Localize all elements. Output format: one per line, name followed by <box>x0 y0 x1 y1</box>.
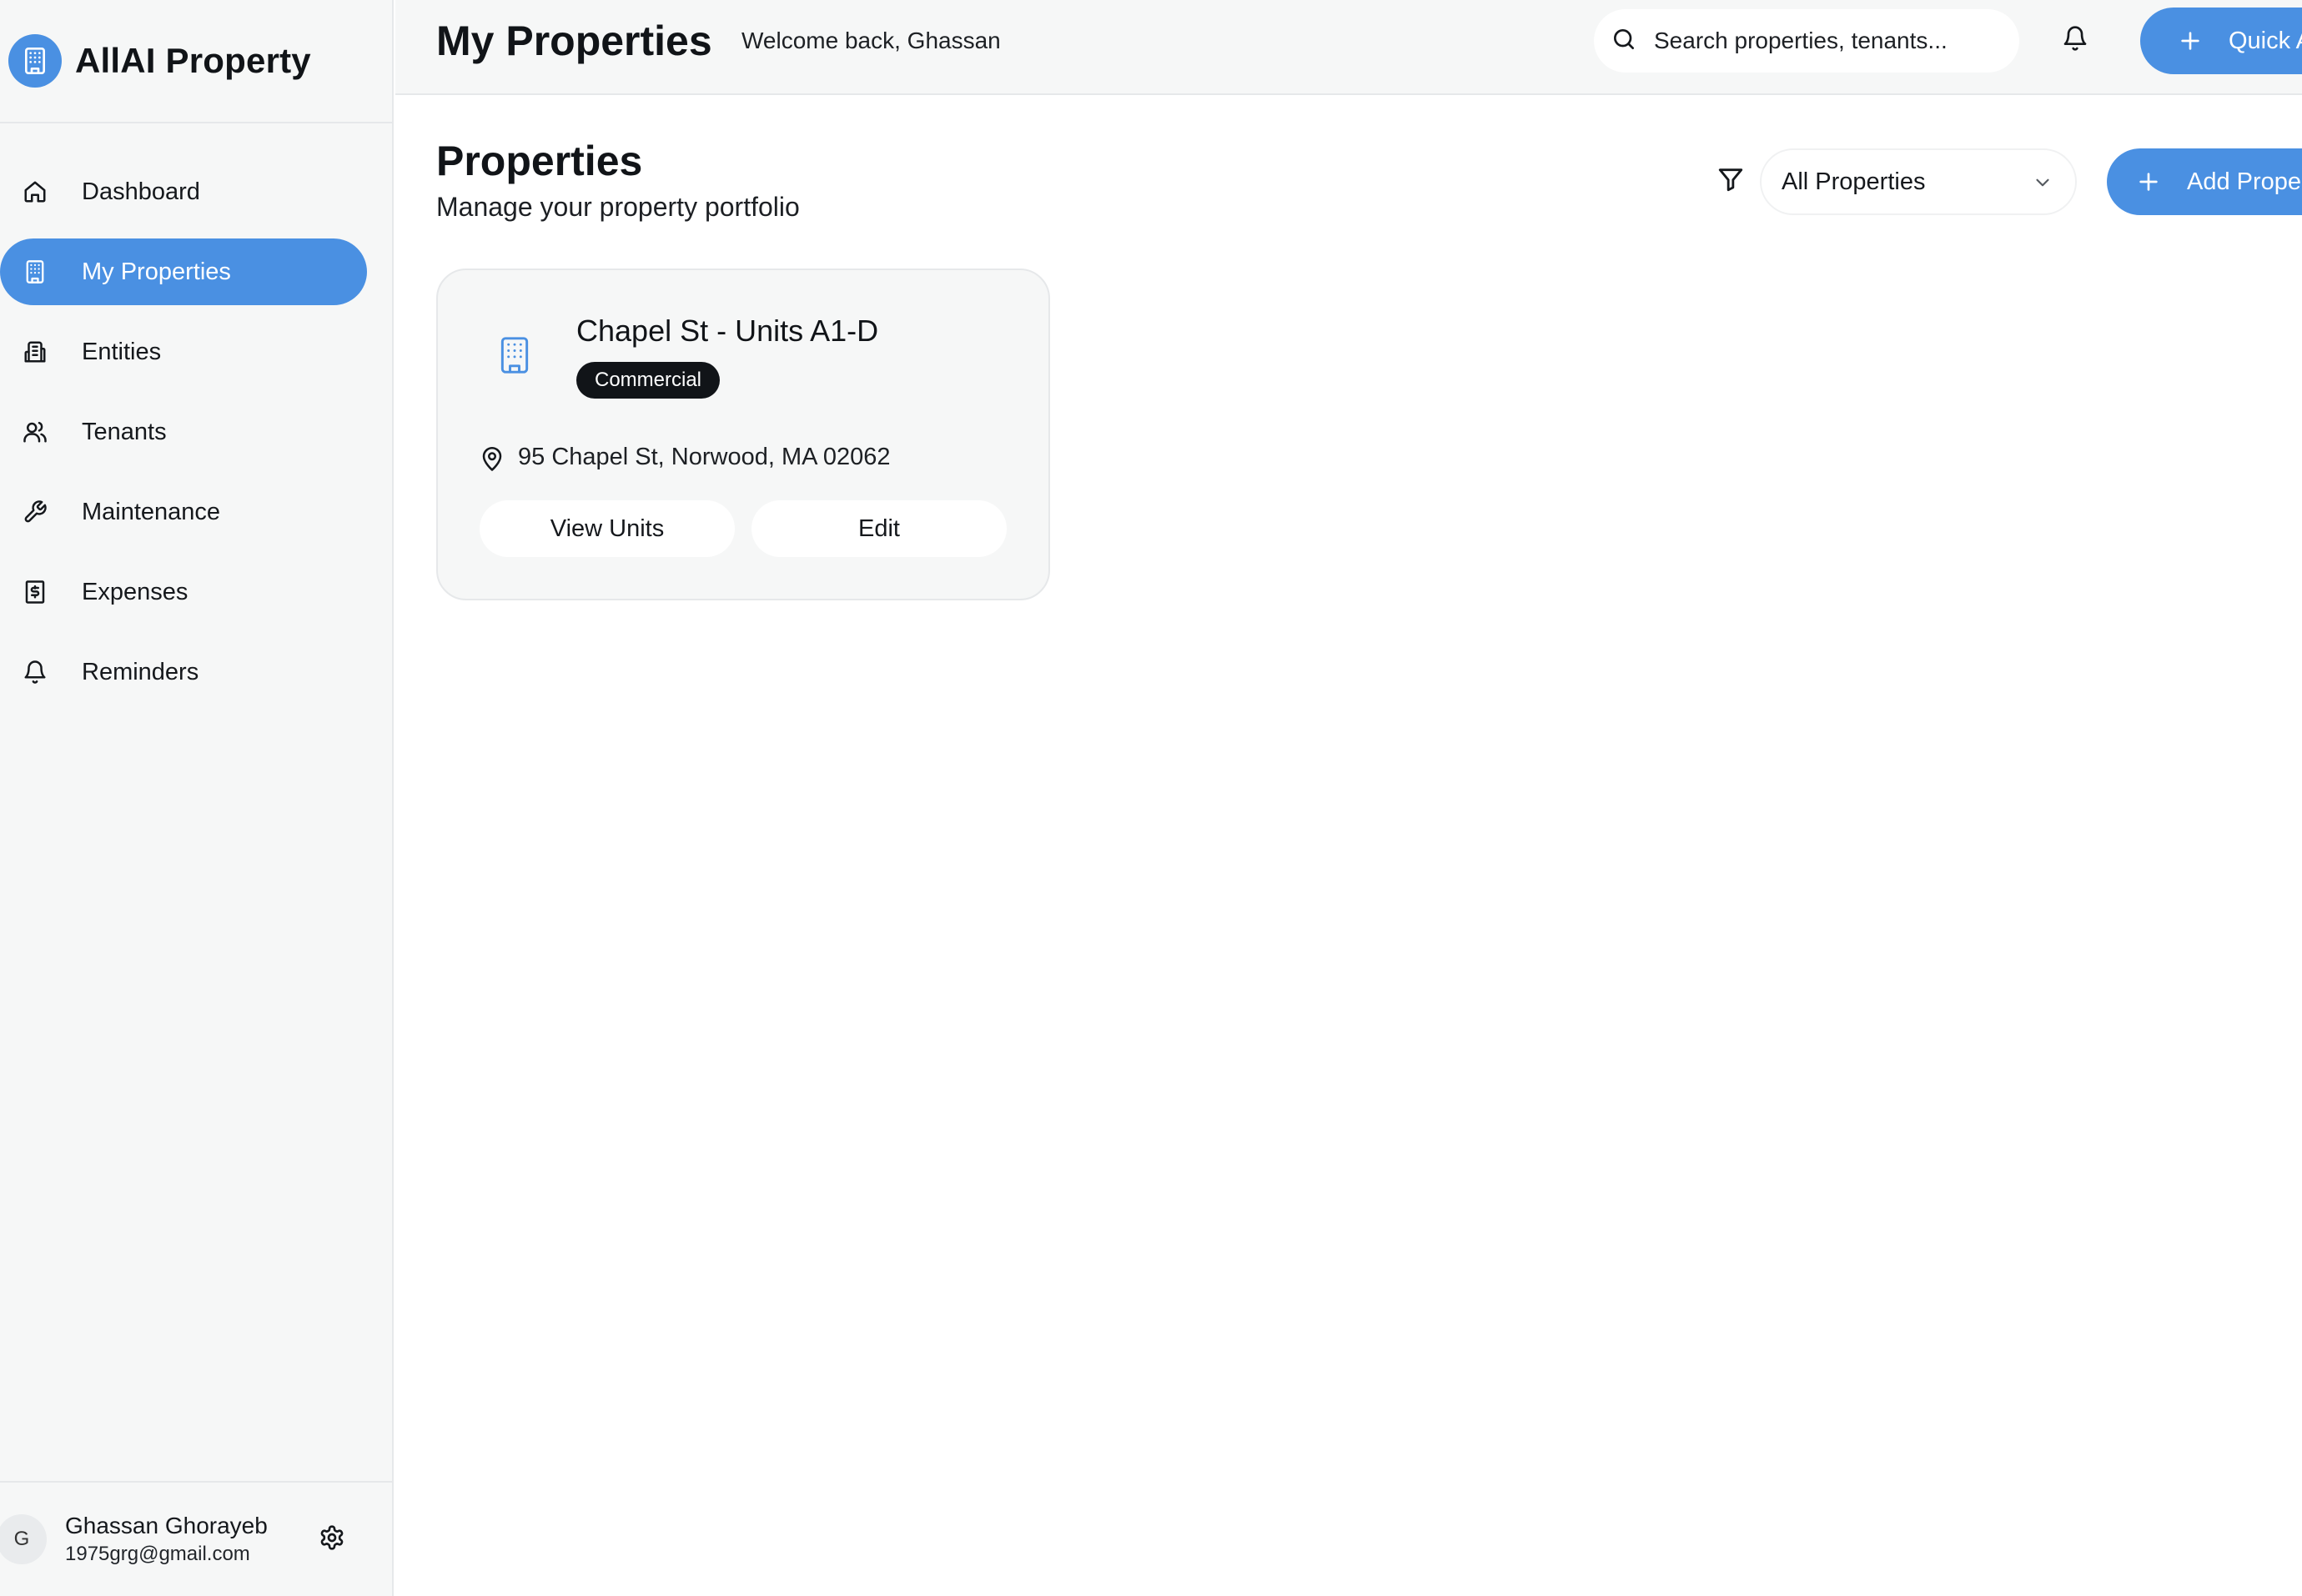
view-units-button[interactable]: View Units <box>480 500 735 557</box>
sidebar-item-label: Maintenance <box>82 498 221 525</box>
welcome-message: Welcome back, Ghassan <box>741 28 1001 53</box>
notifications-bell-icon[interactable] <box>2062 25 2092 55</box>
plus-icon <box>2135 168 2162 195</box>
property-name: Chapel St - Units A1-D <box>576 314 879 348</box>
building-icon <box>496 335 533 375</box>
search-box[interactable] <box>1594 9 2019 73</box>
sidebar-item-label: Reminders <box>82 658 199 685</box>
property-address: 95 Chapel St, Norwood, MA 02062 <box>518 444 891 470</box>
property-filter-value: All Properties <box>1782 168 1926 195</box>
sidebar-item-my-properties[interactable]: My Properties <box>0 238 367 305</box>
sidebar-item-label: Expenses <box>82 578 188 605</box>
property-filter-select[interactable]: All Properties <box>1760 148 2077 215</box>
property-card[interactable]: Chapel St - Units A1-D Commercial 95 Cha… <box>436 269 1050 600</box>
sidebar-item-expenses[interactable]: Expenses <box>0 559 367 625</box>
section-subtitle: Manage your property portfolio <box>436 192 800 222</box>
sidebar-item-entities[interactable]: Entities <box>0 319 367 385</box>
app-root: AllAI Property Dashboard My Properties E… <box>0 0 2302 1596</box>
user-email: 1975grg@gmail.com <box>65 1543 250 1565</box>
page-title: My Properties <box>436 18 712 64</box>
section-title: Properties <box>436 138 643 184</box>
quick-action-button[interactable]: Quick A <box>2140 8 2302 74</box>
building-icon <box>8 34 62 88</box>
edit-property-button[interactable]: Edit <box>751 500 1007 557</box>
sidebar-nav: Dashboard My Properties Entities Tenants… <box>0 123 392 705</box>
user-name: Ghassan Ghorayeb <box>65 1513 268 1538</box>
brand[interactable]: AllAI Property <box>0 0 392 123</box>
top-bar: My Properties Welcome back, Ghassan Q <box>395 0 2302 95</box>
sidebar-item-label: Dashboard <box>82 178 200 205</box>
map-pin-icon <box>480 445 505 474</box>
quick-action-label: Quick A <box>2229 27 2302 54</box>
sidebar-item-dashboard[interactable]: Dashboard <box>0 158 367 225</box>
building-icon <box>20 257 50 287</box>
search-icon <box>1611 26 1641 56</box>
property-type-badge: Commercial <box>576 362 721 399</box>
plus-icon <box>2177 28 2204 54</box>
sidebar-item-label: My Properties <box>82 258 231 285</box>
main-content: Properties Manage your property portfoli… <box>395 97 2302 1596</box>
user-profile: G Ghassan Ghorayeb 1975grg@gmail.com <box>0 1481 392 1596</box>
add-property-label: Add Prope <box>2187 168 2302 195</box>
receipt-dollar-icon <box>20 577 50 607</box>
brand-name: AllAI Property <box>75 41 311 80</box>
user-info: Ghassan Ghorayeb 1975grg@gmail.com <box>65 1513 268 1566</box>
sidebar-item-maintenance[interactable]: Maintenance <box>0 479 367 545</box>
gear-icon[interactable] <box>319 1524 349 1554</box>
entities-icon <box>20 337 50 367</box>
chevron-down-icon <box>2032 172 2053 193</box>
sidebar-item-label: Entities <box>82 338 162 365</box>
sidebar-item-tenants[interactable]: Tenants <box>0 399 367 465</box>
sidebar-item-label: Tenants <box>82 418 167 445</box>
avatar[interactable]: G <box>0 1514 47 1564</box>
sidebar: AllAI Property Dashboard My Properties E… <box>0 0 394 1596</box>
wrench-icon <box>20 497 50 527</box>
search-input[interactable] <box>1654 28 2004 54</box>
bell-icon <box>20 657 50 687</box>
users-icon <box>20 417 50 447</box>
sidebar-item-reminders[interactable]: Reminders <box>0 639 367 705</box>
add-property-button[interactable]: Add Prope <box>2107 148 2302 215</box>
filter-icon[interactable] <box>1716 165 1747 195</box>
home-icon <box>20 177 50 207</box>
